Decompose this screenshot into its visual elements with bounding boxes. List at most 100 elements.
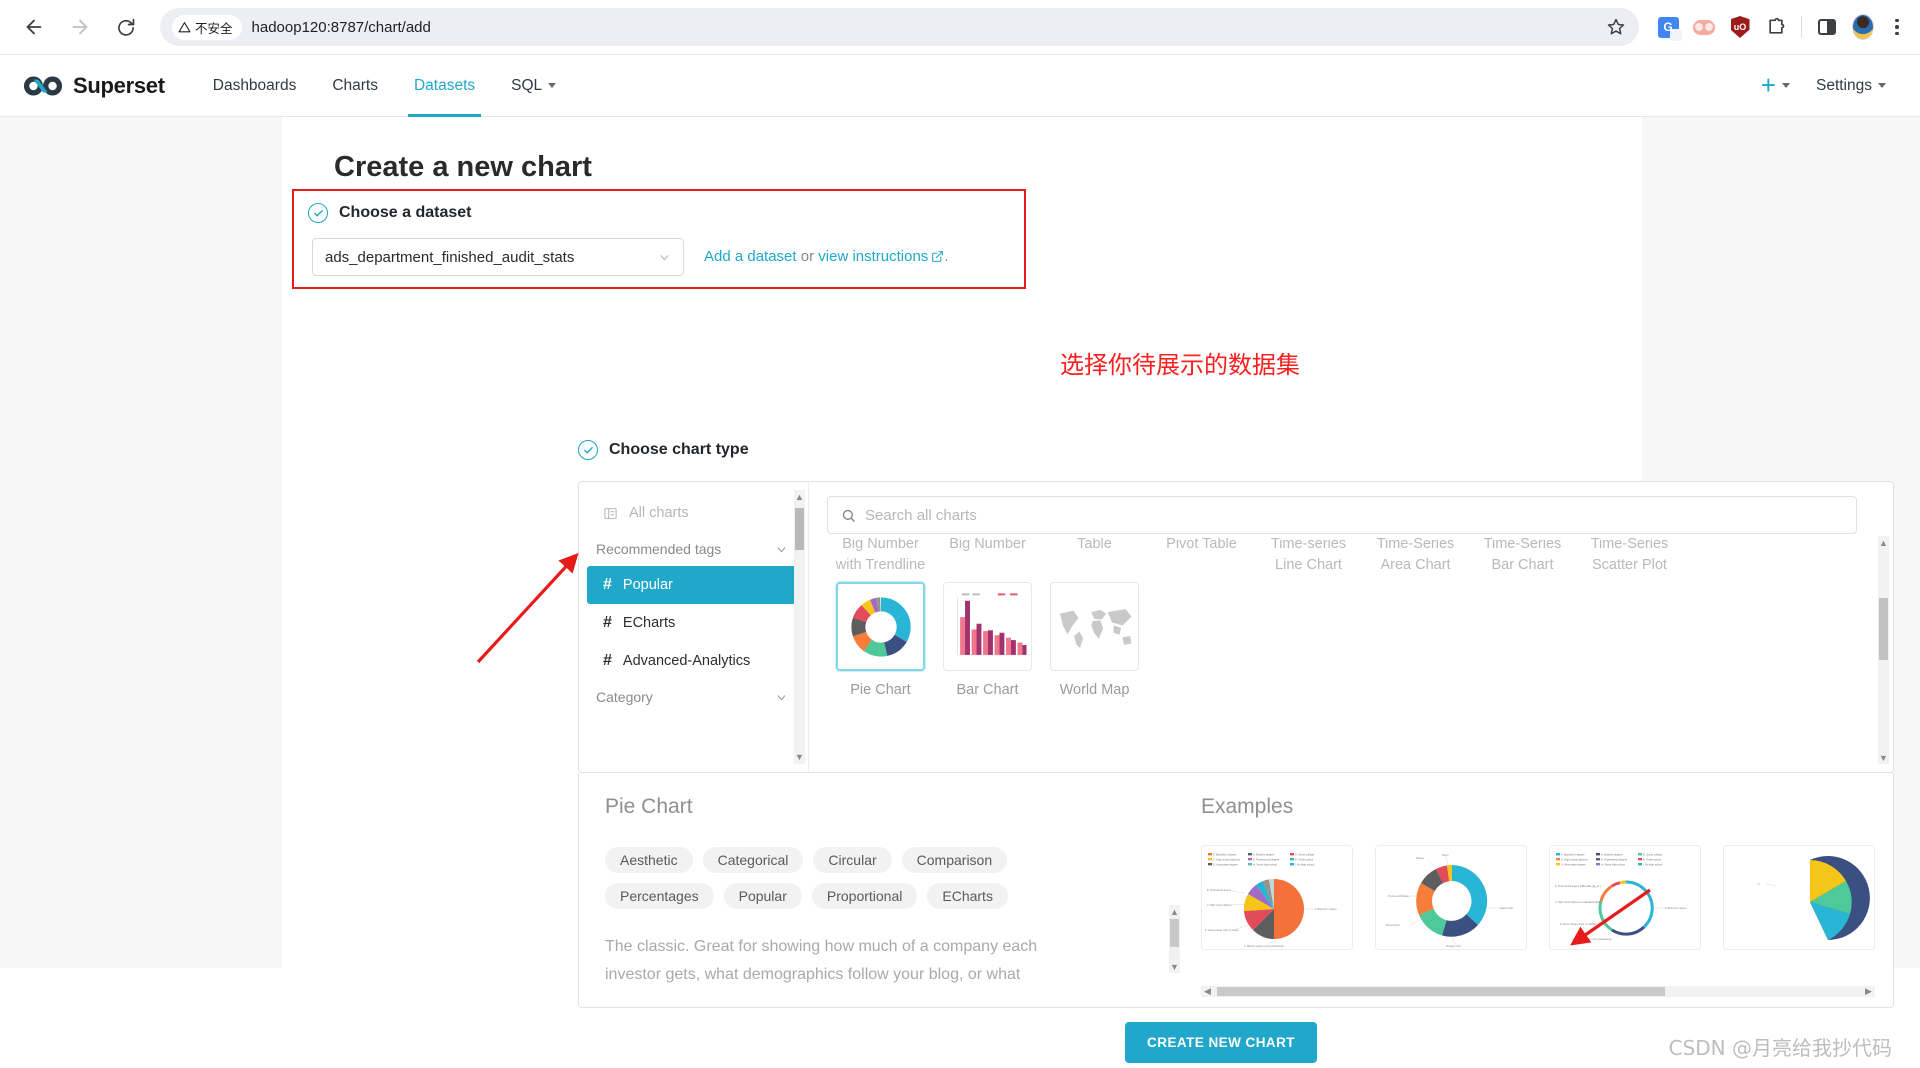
- scrollbar-thumb[interactable]: [1879, 598, 1888, 660]
- example-donut[interactable]: Classic Cars Trucks and Buses Motorcycles…: [1375, 845, 1527, 950]
- superset-logo[interactable]: Superset: [22, 73, 165, 99]
- description-scrollbar[interactable]: ▲ ▼: [1169, 905, 1180, 973]
- security-status-chip[interactable]: 不安全: [172, 14, 242, 40]
- add-dataset-link[interactable]: Add a dataset: [704, 248, 797, 265]
- reload-icon[interactable]: [106, 7, 146, 47]
- hash-icon: #: [603, 614, 612, 631]
- chart-details-title: Pie Chart: [605, 795, 693, 818]
- svg-text:F. Bachelor's degree: F. Bachelor's degree: [1561, 852, 1585, 856]
- security-label: 不安全: [195, 21, 233, 36]
- svg-text:A. Masters degree: A. Masters degree: [1253, 852, 1275, 856]
- profile-avatar[interactable]: [1852, 14, 1874, 40]
- tag-pill: Comparison: [901, 847, 1008, 873]
- extensions-puzzle-icon[interactable]: [1765, 16, 1787, 38]
- nav-charts[interactable]: Charts: [314, 55, 396, 117]
- examples-horizontal-scrollbar[interactable]: ◀ ▶: [1201, 986, 1875, 997]
- check-circle-icon: [578, 440, 598, 460]
- chart-grid-scrollbar[interactable]: ▲ ▼: [1878, 536, 1889, 764]
- nav-dashboards[interactable]: Dashboards: [195, 55, 315, 117]
- svg-text:D. Some college: D. Some college: [1295, 852, 1315, 856]
- cutoff-label: Big Number with Trendline: [835, 538, 926, 573]
- sidebar-all-charts-label: All charts: [629, 505, 689, 521]
- scroll-left-icon[interactable]: ◀: [1201, 986, 1214, 997]
- cutoff-label: Time-Series Scatter Plot: [1590, 538, 1669, 573]
- svg-text:D. Some college credit, no deg: D. Some college credit, no degree: [1560, 923, 1597, 926]
- star-icon[interactable]: [1607, 18, 1625, 36]
- ublock-origin-icon[interactable]: uO: [1729, 16, 1751, 38]
- sidebar-tag-popular[interactable]: # Popular: [587, 566, 800, 604]
- scrollbar-thumb[interactable]: [1170, 919, 1179, 947]
- scroll-up-icon[interactable]: ▲: [794, 490, 805, 504]
- plus-icon: +: [1760, 70, 1776, 100]
- scrollbar-thumb[interactable]: [1217, 987, 1665, 996]
- svg-text:E. Professional degree: E. Professional degree: [1601, 857, 1628, 861]
- sidebar-tag-echarts-label: ECharts: [622, 615, 676, 631]
- example-pie-navy[interactable]: F.: [1723, 845, 1875, 950]
- chart-option-pie-chart[interactable]: Pie Chart: [827, 582, 934, 698]
- scroll-right-icon[interactable]: ▶: [1862, 986, 1875, 997]
- sidebar-tag-echarts[interactable]: # ECharts: [587, 604, 800, 642]
- choose-dataset-header: Choose a dataset: [308, 203, 1024, 223]
- tag-pill: Categorical: [702, 847, 804, 873]
- choose-chart-type-label: Choose chart type: [609, 441, 749, 458]
- address-bar[interactable]: 不安全 hadoop120:8787/chart/add: [160, 8, 1639, 46]
- svg-text:F. Bachelor's degree: F. Bachelor's degree: [1315, 908, 1337, 911]
- chart-option-bar-chart[interactable]: Bar Chart: [934, 582, 1041, 698]
- scroll-up-icon[interactable]: ▲: [1169, 905, 1180, 918]
- view-instructions-link[interactable]: view instructions: [818, 248, 928, 265]
- back-arrow-icon[interactable]: [14, 7, 54, 47]
- chart-details-left: Pie Chart Aesthetic Categorical Circular…: [579, 773, 1183, 1007]
- svg-text:E. Professional degree: E. Professional degree: [1253, 857, 1280, 861]
- svg-text:D. Some college with no degree: D. Some college with no degree: [1205, 929, 1240, 932]
- chart-option-label: Bar Chart: [956, 682, 1019, 698]
- svg-text:Classic Cars: Classic Cars: [1499, 906, 1514, 910]
- chevron-down-icon: [548, 83, 557, 88]
- scroll-up-icon[interactable]: ▲: [1878, 536, 1889, 549]
- annotation-dataset-note: 选择你待展示的数据集: [1060, 351, 1300, 379]
- examples-title: Examples: [1201, 795, 1294, 818]
- check-circle-icon: [308, 203, 328, 223]
- nav-sql[interactable]: SQL: [493, 55, 574, 117]
- chevron-down-icon: [1878, 83, 1886, 88]
- dataset-select[interactable]: ads_department_finished_audit_stats: [312, 238, 684, 276]
- example-pie-orange[interactable]: F. Bachelor's degree A. Masters degree D…: [1201, 845, 1353, 950]
- sidebar-group-recommended-tags[interactable]: Recommended tags: [579, 532, 808, 566]
- scrollbar-thumb[interactable]: [795, 508, 804, 550]
- add-new-menu[interactable]: +: [1761, 70, 1790, 101]
- dataset-links: Add a dataset or view instructions.: [704, 248, 948, 267]
- svg-text:E. Professional degree: E. Professional degree: [1207, 889, 1232, 892]
- example-thin-ring-image: F. Bachelor's degree A. Masters degree D…: [1550, 846, 1700, 949]
- example-thin-ring[interactable]: F. Bachelor's degree A. Masters degree D…: [1549, 845, 1701, 950]
- tag-pill: ECharts: [927, 883, 1008, 909]
- svg-text:Planes: Planes: [1416, 856, 1425, 860]
- chrome-menu-icon[interactable]: [1888, 18, 1906, 36]
- nav-datasets[interactable]: Datasets: [396, 55, 493, 117]
- google-translate-icon[interactable]: G: [1657, 16, 1682, 41]
- chart-option-world-map[interactable]: World Map: [1041, 582, 1148, 698]
- trailing-period: .: [944, 247, 949, 265]
- side-panel-icon[interactable]: [1816, 16, 1838, 38]
- choose-chart-type-header: Choose chart type: [578, 440, 749, 460]
- sidebar-tag-advanced-analytics[interactable]: # Advanced-Analytics: [587, 642, 800, 680]
- cutoff-label: Big Number: [949, 538, 1026, 552]
- chevron-down-icon: [775, 543, 788, 556]
- scroll-down-icon[interactable]: ▼: [1169, 960, 1180, 973]
- search-charts-box[interactable]: Search all charts: [827, 496, 1857, 534]
- forward-arrow-icon[interactable]: [60, 7, 100, 47]
- cutoff-chart-labels-row: Big Number with Trendline Big Number Tabl…: [827, 538, 1827, 576]
- scroll-down-icon[interactable]: ▼: [1878, 751, 1889, 764]
- chart-type-picker: All charts Recommended tags # Popular # …: [578, 481, 1894, 773]
- svg-text:F. Bachelor's degree: F. Bachelor's degree: [1665, 907, 1687, 910]
- svg-text:A. Masters degree (non-profess: A. Masters degree (non-professional): [1244, 945, 1284, 948]
- sidebar-group-category[interactable]: Category: [579, 680, 808, 714]
- scroll-down-icon[interactable]: ▼: [794, 750, 805, 764]
- svg-text:Trucks and Buses: Trucks and Buses: [1388, 894, 1409, 898]
- external-link-icon: [931, 250, 944, 267]
- sidebar-item-all-charts[interactable]: All charts: [587, 494, 800, 532]
- chevron-down-icon: [658, 251, 671, 264]
- pink-extension-icon[interactable]: [1693, 16, 1715, 38]
- hash-icon: #: [603, 576, 612, 593]
- sidebar-scrollbar[interactable]: ▲ ▼: [794, 490, 805, 764]
- create-new-chart-button[interactable]: CREATE NEW CHART: [1125, 1022, 1317, 1063]
- settings-menu[interactable]: Settings: [1816, 77, 1886, 95]
